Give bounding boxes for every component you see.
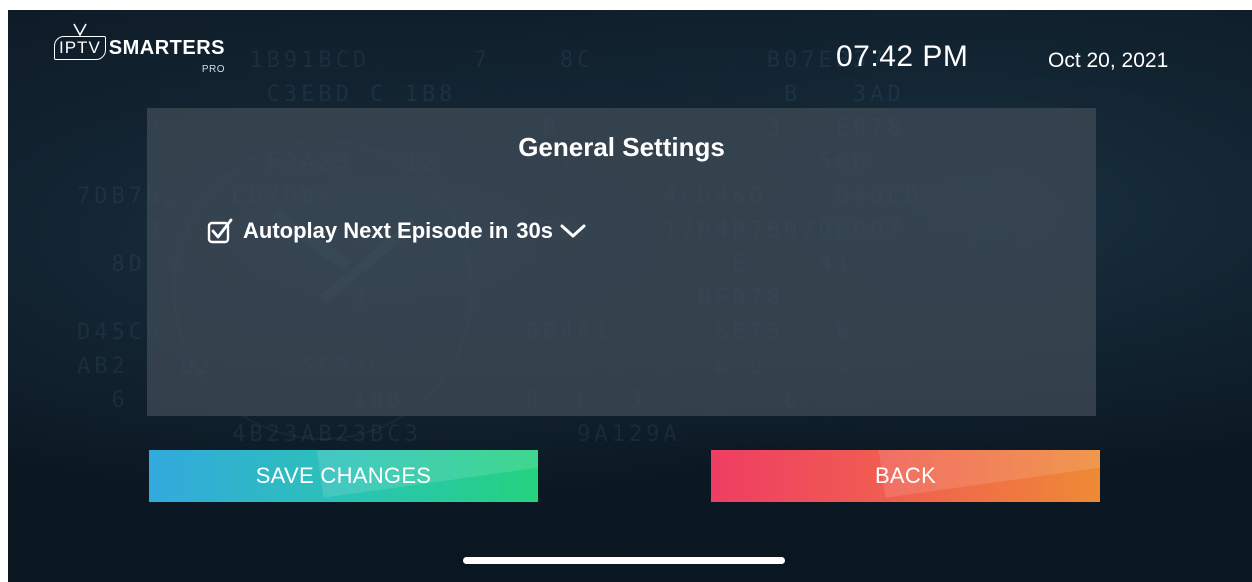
logo-smarters-text: SMARTERS [108,37,226,59]
clock-time: 07:42 PM [836,40,969,73]
back-label: BACK [874,463,937,488]
logo-smarters: SMARTERS PRO [108,36,226,75]
logo-iptv: IPTV [54,23,106,60]
logo-pro-text: PRO [201,64,226,75]
save-changes-label: SAVE CHANGES [255,463,432,488]
autoplay-value-dropdown[interactable]: 30s [516,218,553,244]
logo-iptv-text: IPTV [59,38,101,57]
chevron-down-icon[interactable] [559,221,587,241]
app-logo: IPTV SMARTERS PRO [54,23,226,75]
back-button[interactable]: BACK [711,450,1100,502]
settings-panel: General Settings Autoplay Next Episode i… [147,108,1096,416]
autoplay-label: Autoplay Next Episode in [243,218,509,243]
home-indicator[interactable] [463,557,785,564]
app-screen: 1B91BCD 7 8C B07EB37 C3EBD C 1B8 B 3AD 9… [8,10,1252,582]
checkbox-checked-icon[interactable] [207,218,233,244]
panel-title: General Settings [518,132,725,162]
save-changes-button[interactable]: SAVE CHANGES [149,450,538,502]
autoplay-setting-row[interactable]: Autoplay Next Episode in 30s [207,218,587,244]
clock-date: Oct 20, 2021 [1048,49,1169,72]
antenna-icon [73,23,87,37]
